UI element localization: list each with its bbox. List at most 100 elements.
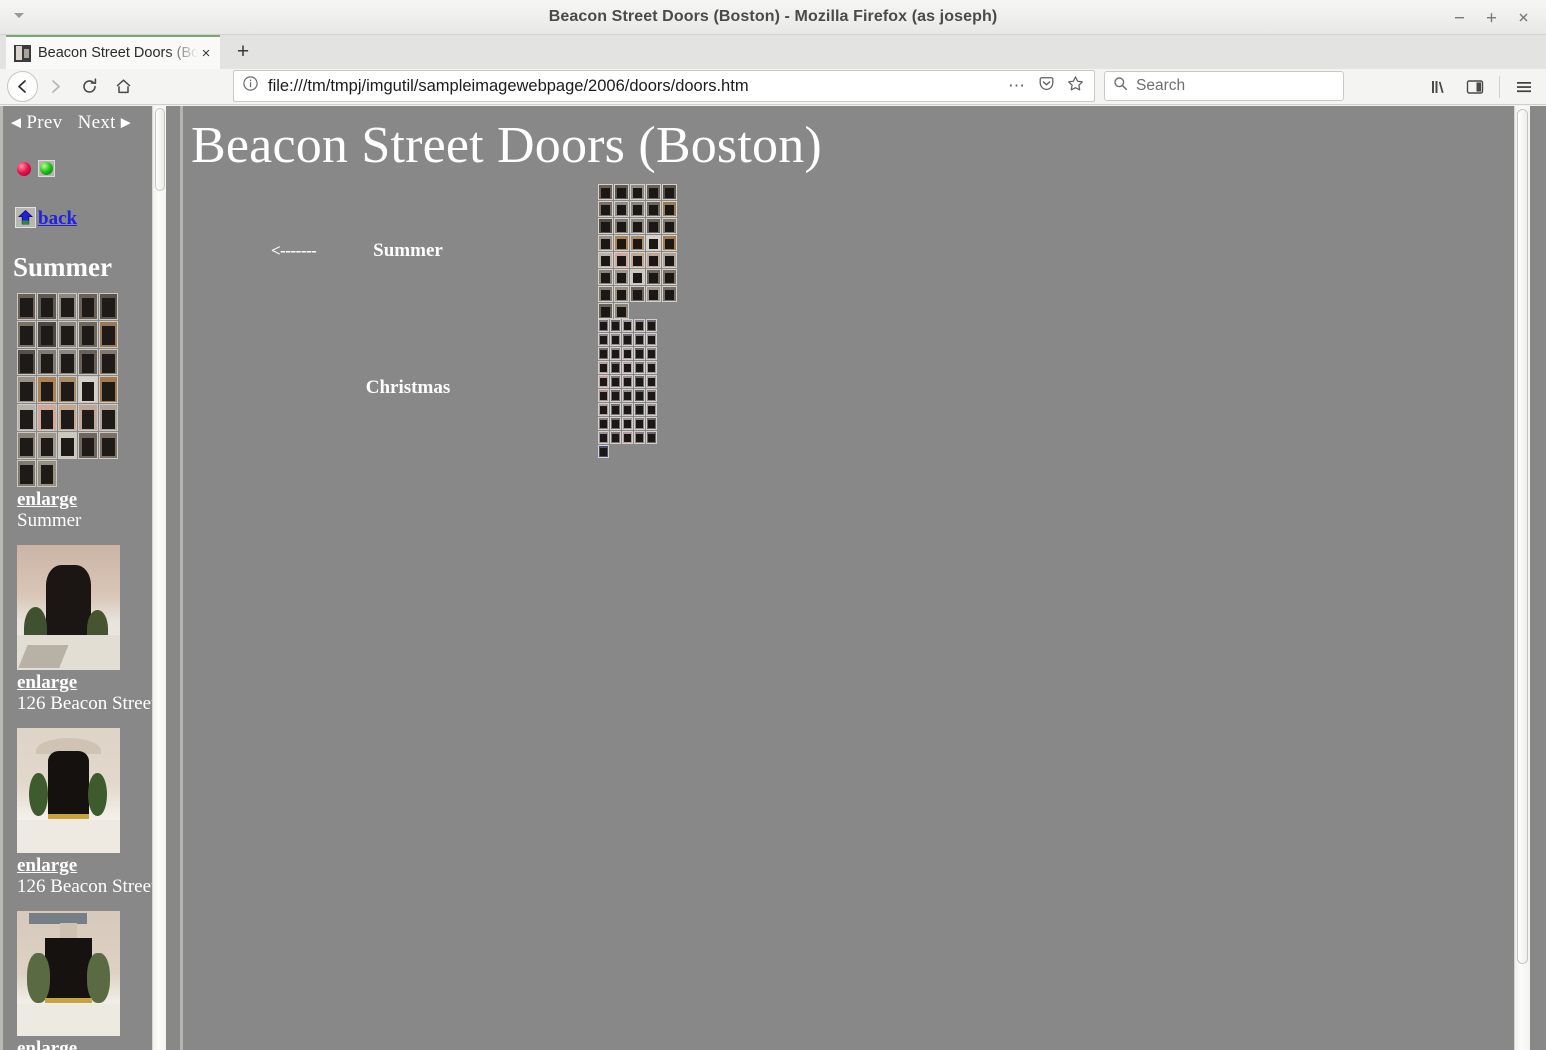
thumbnail-cell: [598, 318, 609, 332]
thumbnail-cell: [622, 346, 633, 360]
door-photo[interactable]: [17, 727, 120, 853]
back-link[interactable]: back: [38, 209, 77, 228]
thumbnail-cell: [646, 388, 657, 402]
browser-tab[interactable]: Beacon Street Doors (Boston) ×: [6, 35, 220, 69]
thumbnail-cell: [57, 404, 78, 432]
maximize-button[interactable]: [1476, 3, 1506, 33]
thumbnail-cell: [78, 320, 98, 348]
tab-title: Beacon Street Doors (Boston): [38, 45, 198, 61]
list-item[interactable]: enlarge 126 Beacon Street: [11, 727, 160, 897]
minimize-button[interactable]: [1444, 3, 1474, 33]
thumbnail-cell: [98, 348, 118, 376]
thumbnail-cell: [57, 432, 78, 459]
thumbnail-cell: [57, 320, 78, 348]
toolbar-divider: [1499, 76, 1500, 98]
green-ball-icon[interactable]: [38, 160, 55, 177]
thumbnail-cell: [630, 251, 645, 268]
toolbar-right-tools: [1423, 69, 1540, 105]
thumbnail-cell: [610, 430, 621, 444]
list-item[interactable]: enlarge 126 Beacon Street: [11, 544, 160, 714]
page-favicon-icon: [14, 44, 31, 62]
thumbnail-cell: [622, 430, 633, 444]
tab-close-icon[interactable]: ×: [198, 46, 214, 61]
summer-contact-sheet[interactable]: [598, 183, 677, 319]
prev-link[interactable]: Prev: [26, 112, 62, 133]
new-tab-button[interactable]: +: [230, 40, 256, 64]
ellipsis-icon[interactable]: ⋯: [1008, 77, 1026, 94]
category-label-christmas[interactable]: Christmas: [366, 377, 450, 398]
thumbnail-cell: [598, 416, 609, 430]
enlarge-link[interactable]: enlarge: [17, 855, 77, 876]
thumbnail-cell: [630, 200, 645, 217]
thumbnail-cell: [662, 268, 677, 285]
thumbnail-cell: [37, 404, 57, 432]
thumbnail-cell: [646, 268, 661, 285]
thumbnail-grid[interactable]: [17, 293, 118, 487]
row-arrow-cell: [183, 319, 318, 458]
door-photo[interactable]: [17, 910, 120, 1036]
thumbnail-cell: [622, 388, 633, 402]
thumbnail-cell: [598, 285, 613, 302]
thumbnail-cell: [17, 293, 37, 320]
home-button[interactable]: [106, 70, 140, 104]
thumbnail-cell: [598, 346, 609, 360]
thumbnail-cell: [610, 416, 621, 430]
enlarge-link[interactable]: enlarge: [17, 489, 77, 510]
close-button[interactable]: [1508, 3, 1538, 33]
enlarge-link[interactable]: enlarge: [17, 1038, 77, 1050]
thumbnail-cell: [634, 332, 645, 346]
list-item[interactable]: enlarge Summer: [11, 293, 160, 531]
page-scrollbar[interactable]: [1514, 106, 1530, 1050]
url-bar[interactable]: file:///tm/tmpj/imgutil/sampleimagewebpa…: [233, 70, 1095, 102]
thumbnail-cell: [622, 402, 633, 416]
thumbnail-cell: [622, 332, 633, 346]
thumbnail-cell: [662, 183, 677, 200]
thumbnail-cell: [662, 217, 677, 234]
back-button[interactable]: [7, 71, 38, 102]
thumbnail-cell: [598, 234, 613, 251]
library-icon[interactable]: [1423, 71, 1455, 103]
next-arrow-icon[interactable]: ▶: [121, 115, 131, 130]
item-caption: Summer: [17, 509, 82, 531]
site-info-icon[interactable]: [242, 75, 260, 97]
enlarge-link[interactable]: enlarge: [17, 672, 77, 693]
status-dots: [11, 160, 160, 177]
sidebar-scrollbar-thumb[interactable]: [155, 108, 165, 191]
thumbnail-cell: [610, 346, 621, 360]
thumbnail-cell: [17, 432, 37, 459]
home-icon[interactable]: [15, 207, 36, 228]
thumbnail-cell: [598, 217, 613, 234]
table-row: <------- Summer: [183, 183, 677, 319]
thumbnail-cell: [610, 374, 621, 388]
hamburger-menu-icon[interactable]: [1508, 71, 1540, 103]
thumbnail-cell: [17, 376, 37, 404]
thumbnail-cell: [598, 251, 613, 268]
list-item[interactable]: enlarge 128 Beacon Street: [11, 910, 160, 1050]
forward-button[interactable]: [38, 70, 72, 104]
thumbnail-cell: [610, 360, 621, 374]
thumbnail-cell: [98, 404, 118, 432]
pocket-icon[interactable]: [1038, 75, 1055, 97]
thumbnail-cell: [646, 346, 657, 360]
search-input[interactable]: Search: [1136, 77, 1185, 95]
next-link[interactable]: Next: [78, 112, 116, 133]
thumbnail-cell: [78, 348, 98, 376]
back-nav-row: back: [11, 207, 160, 228]
red-ball-icon[interactable]: [17, 161, 31, 176]
thumbnail-cell: [646, 234, 661, 251]
sidebar-icon[interactable]: [1459, 71, 1491, 103]
sidebar-scrollbar[interactable]: [152, 106, 166, 1050]
prev-arrow-icon[interactable]: ◀: [11, 115, 21, 130]
thumbnail-cell: [610, 318, 621, 332]
door-photo[interactable]: [17, 544, 120, 670]
search-icon: [1113, 76, 1128, 96]
page-scrollbar-thumb[interactable]: [1517, 109, 1528, 964]
item-caption: 126 Beacon Street: [17, 692, 157, 714]
christmas-contact-sheet[interactable]: [598, 318, 677, 458]
category-label-summer[interactable]: Summer: [373, 240, 443, 261]
thumbnail-cell: [646, 217, 661, 234]
thumbnail-cell: [646, 251, 661, 268]
reload-button[interactable]: [72, 70, 106, 104]
bookmark-star-icon[interactable]: [1067, 75, 1084, 97]
search-bar[interactable]: Search: [1104, 71, 1344, 101]
